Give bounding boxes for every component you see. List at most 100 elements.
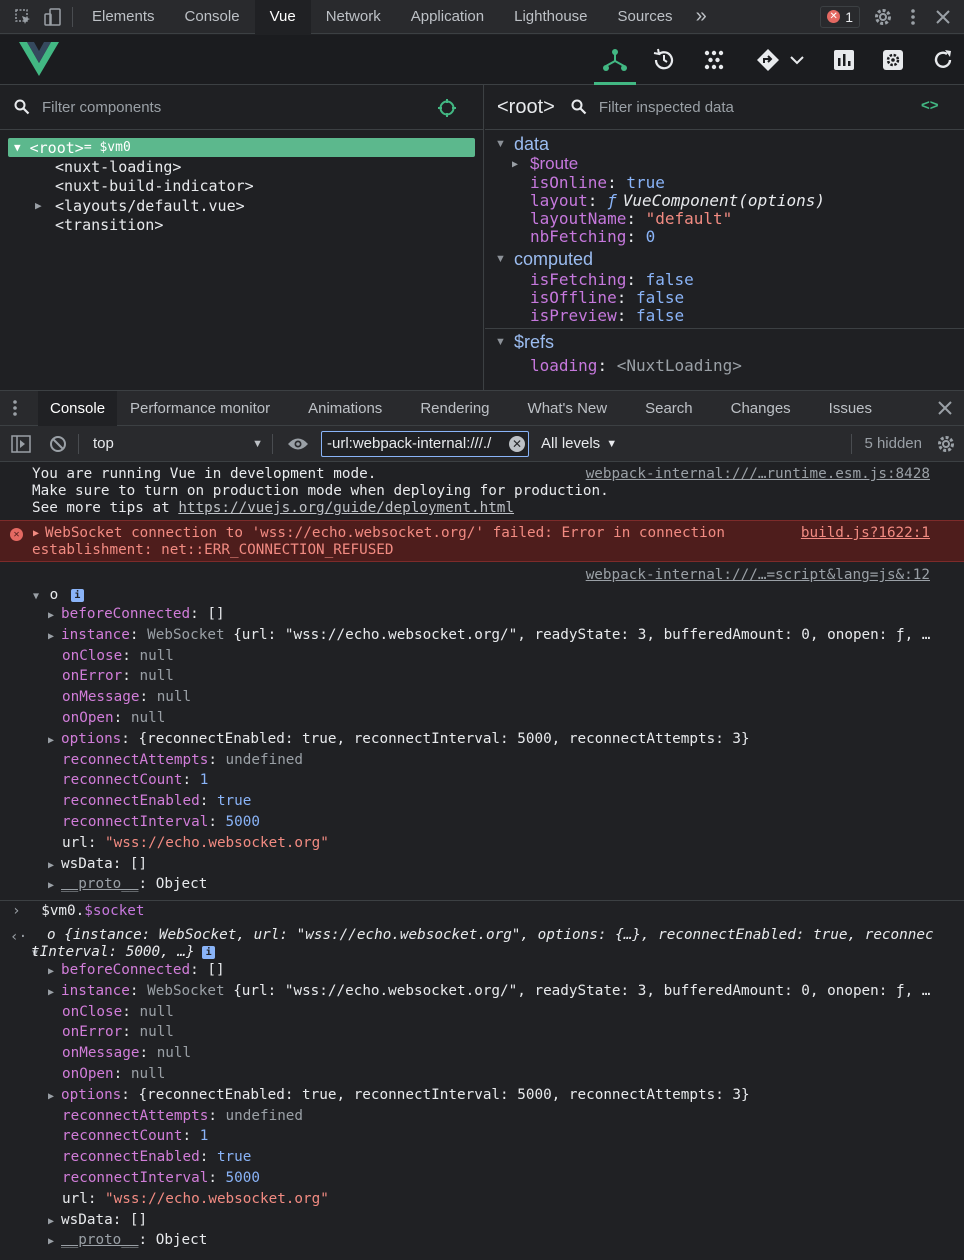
plugin-settings-icon[interactable] bbox=[878, 45, 908, 75]
object-property-beforeConnected[interactable]: ▶ beforeConnected: [] bbox=[48, 962, 225, 978]
tab-vue[interactable]: Vue bbox=[254, 0, 311, 34]
source-link[interactable]: webpack-internal:///…=script&lang=js&:12 bbox=[586, 567, 930, 583]
info-icon[interactable]: i bbox=[202, 946, 216, 959]
section-refs[interactable]: ▼ $refs bbox=[485, 331, 964, 353]
object-property-onError[interactable]: onError: null bbox=[48, 668, 174, 684]
tab-console[interactable]: Console bbox=[170, 0, 255, 34]
object-property-wsData[interactable]: ▶ wsData: [] bbox=[48, 856, 147, 872]
expand-triangle-icon[interactable]: ▶ bbox=[48, 1236, 54, 1247]
collapse-triangle-icon[interactable]: ▼ bbox=[33, 591, 39, 602]
object-property-reconnectInterval[interactable]: reconnectInterval: 5000 bbox=[48, 814, 260, 830]
computed-isFetching[interactable]: isFetching: false bbox=[485, 270, 964, 289]
tab-lighthouse[interactable]: Lighthouse bbox=[499, 0, 602, 34]
data-layout[interactable]: layout: ƒ VueComponent(options) bbox=[485, 191, 964, 210]
object-property-reconnectEnabled[interactable]: reconnectEnabled: true bbox=[48, 793, 251, 809]
collapse-triangle-icon[interactable]: ▼ bbox=[495, 138, 514, 150]
expand-triangle-icon[interactable]: ▶ bbox=[33, 528, 39, 539]
select-component-icon[interactable] bbox=[437, 98, 457, 118]
expand-triangle-icon[interactable]: ▶ bbox=[48, 966, 54, 977]
object-property-onError[interactable]: onError: null bbox=[48, 1024, 174, 1040]
expand-triangle-icon[interactable]: ▶ bbox=[35, 199, 55, 212]
collapse-triangle-icon[interactable]: ▼ bbox=[495, 336, 514, 348]
refresh-icon[interactable] bbox=[928, 45, 958, 75]
tree-node[interactable]: <transition> bbox=[0, 216, 483, 236]
object-property-onMessage[interactable]: onMessage: null bbox=[48, 1045, 191, 1061]
hidden-count[interactable]: 5 hidden bbox=[864, 435, 922, 452]
drawer-tab-console[interactable]: Console bbox=[38, 390, 118, 426]
info-icon[interactable]: i bbox=[70, 589, 84, 602]
chevron-down-icon[interactable] bbox=[782, 45, 812, 75]
clear-filter-icon[interactable]: ✕ bbox=[509, 435, 525, 452]
object-property-options[interactable]: ▶ options: {reconnectEnabled: true, recon… bbox=[48, 731, 750, 747]
expand-triangle-icon[interactable]: ▶ bbox=[48, 1216, 54, 1227]
object-property-reconnectAttempts[interactable]: reconnectAttempts: undefined bbox=[48, 752, 303, 768]
kebab-menu-icon[interactable] bbox=[898, 0, 928, 34]
console-settings-icon[interactable] bbox=[936, 434, 956, 454]
routing-icon[interactable] bbox=[753, 45, 783, 75]
expand-triangle-icon[interactable]: ▶ bbox=[48, 735, 54, 746]
object-log-header[interactable]: ▼ o i bbox=[33, 587, 84, 603]
vuex-icon[interactable] bbox=[699, 45, 729, 75]
context-selector[interactable]: top ▼ bbox=[93, 435, 263, 452]
error-count-badge[interactable]: ✕ 1 bbox=[820, 5, 860, 28]
console-filter-input[interactable]: -url:webpack-internal:///./ ✕ bbox=[321, 430, 529, 457]
tab-network[interactable]: Network bbox=[311, 0, 396, 34]
expand-triangle-icon[interactable]: ▶ bbox=[48, 987, 54, 998]
computed-isPreview[interactable]: isPreview: false bbox=[485, 306, 964, 325]
data-isOnline[interactable]: isOnline: true bbox=[485, 173, 964, 192]
object-property-wsData[interactable]: ▶ wsData: [] bbox=[48, 1212, 147, 1228]
source-link[interactable]: build.js?1622:1 bbox=[801, 525, 930, 541]
history-icon[interactable] bbox=[649, 45, 679, 75]
source-link[interactable]: webpack-internal:///…runtime.esm.js:8428 bbox=[586, 466, 930, 482]
drawer-menu-icon[interactable] bbox=[0, 399, 30, 417]
inspect-icon[interactable] bbox=[8, 0, 38, 34]
object-property-url[interactable]: url: "wss://echo.websocket.org" bbox=[48, 835, 329, 851]
filter-components-input[interactable]: Filter components bbox=[42, 99, 161, 116]
expand-triangle-icon[interactable]: ▶ bbox=[48, 880, 54, 891]
components-tab-icon[interactable] bbox=[600, 45, 630, 75]
object-property-instance[interactable]: ▶ instance: WebSocket {url: "wss://echo.w… bbox=[48, 627, 930, 643]
object-property-url[interactable]: url: "wss://echo.websocket.org" bbox=[48, 1191, 329, 1207]
object-property-onOpen[interactable]: onOpen: null bbox=[48, 710, 165, 726]
tree-node[interactable]: <nuxt-build-indicator> bbox=[0, 177, 483, 197]
sidebar-toggle-icon[interactable] bbox=[11, 434, 31, 453]
drawer-tab-issues[interactable]: Issues bbox=[810, 391, 891, 426]
drawer-tab-whats-new[interactable]: What's New bbox=[509, 391, 627, 426]
object-property-onClose[interactable]: onClose: null bbox=[48, 648, 174, 664]
drawer-tab-animations[interactable]: Animations bbox=[289, 391, 401, 426]
object-property-onClose[interactable]: onClose: null bbox=[48, 1004, 174, 1020]
performance-icon[interactable] bbox=[829, 45, 859, 75]
console-input-line[interactable]: › $vm0.$socket bbox=[12, 903, 145, 919]
filter-components-row[interactable]: Filter components bbox=[0, 85, 483, 130]
settings-icon[interactable] bbox=[868, 0, 898, 34]
deployment-link[interactable]: https://vuejs.org/guide/deployment.html bbox=[178, 500, 514, 516]
object-property-options[interactable]: ▶ options: {reconnectEnabled: true, recon… bbox=[48, 1087, 750, 1103]
section-computed[interactable]: ▼ computed bbox=[485, 248, 964, 270]
close-icon[interactable] bbox=[928, 0, 958, 34]
object-property-onOpen[interactable]: onOpen: null bbox=[48, 1066, 165, 1082]
object-property-reconnectCount[interactable]: reconnectCount: 1 bbox=[48, 1128, 208, 1144]
drawer-tab-rendering[interactable]: Rendering bbox=[401, 391, 508, 426]
drawer-tab-performance-monitor[interactable]: Performance monitor bbox=[117, 391, 289, 426]
object-property-reconnectCount[interactable]: reconnectCount: 1 bbox=[48, 772, 208, 788]
object-property-proto[interactable]: ▶ __proto__: Object bbox=[48, 876, 207, 892]
drawer-tab-changes[interactable]: Changes bbox=[712, 391, 810, 426]
close-drawer-icon[interactable] bbox=[938, 401, 952, 415]
tree-node[interactable]: <nuxt-loading> bbox=[0, 157, 483, 177]
data-nbFetching[interactable]: nbFetching: 0 bbox=[485, 227, 964, 246]
object-property-beforeConnected[interactable]: ▶ beforeConnected: [] bbox=[48, 606, 225, 622]
object-property-reconnectAttempts[interactable]: reconnectAttempts: undefined bbox=[48, 1108, 303, 1124]
computed-isOffline[interactable]: isOffline: false bbox=[485, 288, 964, 307]
result-summary[interactable]: o {instance: WebSocket, url: "wss://echo… bbox=[31, 927, 934, 962]
tree-node[interactable]: ▶ <layouts/default.vue> bbox=[0, 196, 483, 216]
collapse-triangle-icon[interactable]: ▼ bbox=[495, 253, 514, 265]
tree-node-root[interactable]: ▼ <root> = $vm0 bbox=[8, 138, 475, 157]
open-in-editor-icon[interactable]: <> bbox=[921, 97, 939, 114]
more-tabs-icon[interactable]: » bbox=[688, 0, 715, 34]
object-property-instance[interactable]: ▶ instance: WebSocket {url: "wss://echo.w… bbox=[48, 983, 930, 999]
device-toolbar-icon[interactable] bbox=[38, 0, 68, 34]
drawer-tab-search[interactable]: Search bbox=[626, 391, 712, 426]
tab-elements[interactable]: Elements bbox=[77, 0, 170, 34]
tab-application[interactable]: Application bbox=[396, 0, 499, 34]
refs-loading[interactable]: loading: <NuxtLoading> bbox=[485, 356, 964, 375]
